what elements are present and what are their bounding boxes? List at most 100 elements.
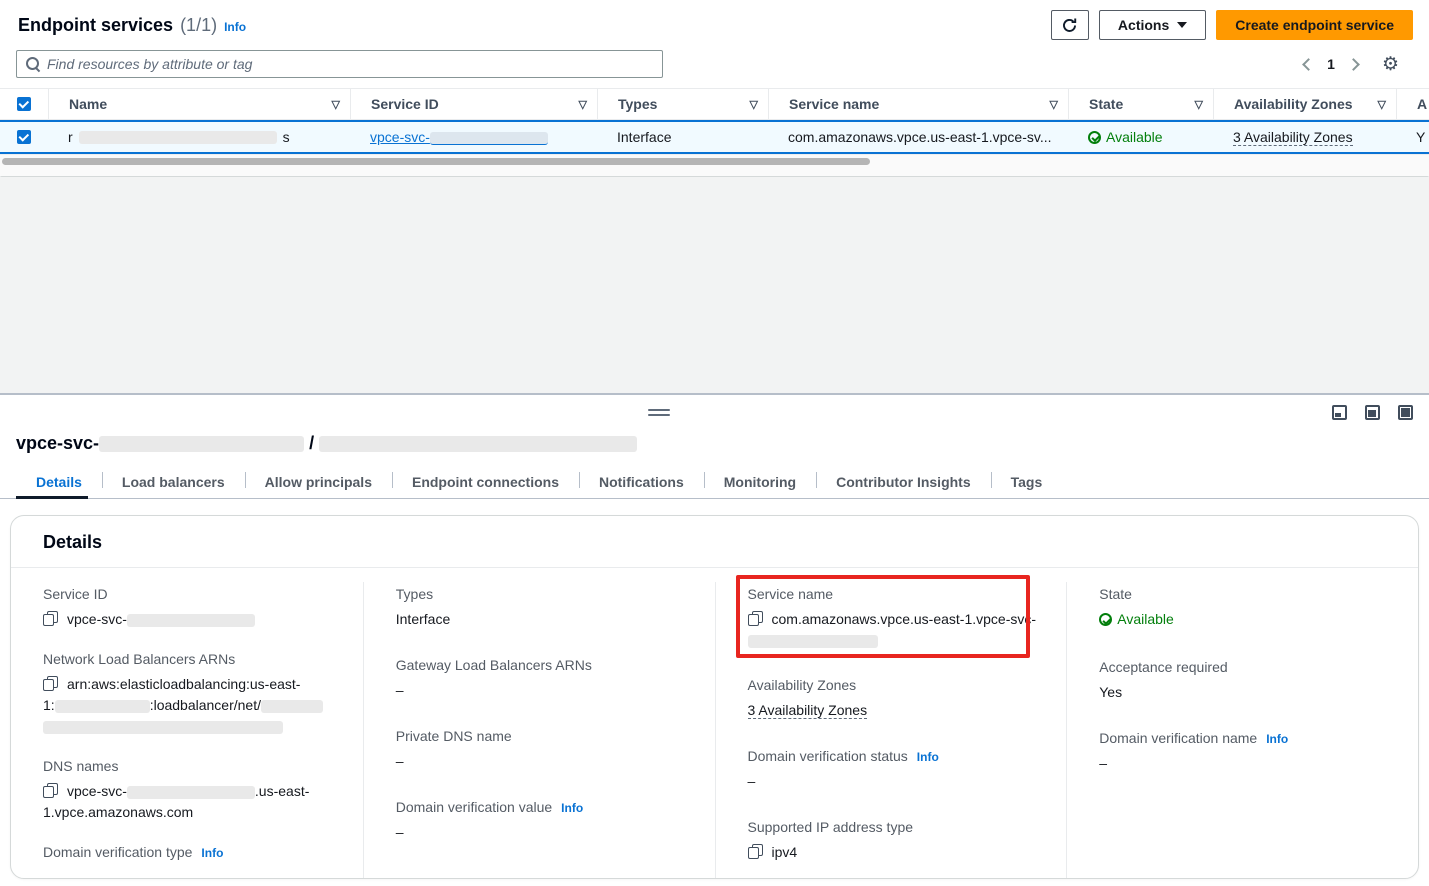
row-availability-zones-cell: 3 Availability Zones <box>1213 129 1396 146</box>
tab-notifications[interactable]: Notifications <box>579 466 704 498</box>
availability-zones-popover-link[interactable]: 3 Availability Zones <box>1233 129 1353 146</box>
row-checkbox[interactable] <box>17 130 31 144</box>
redacted-arn-tail <box>43 721 283 734</box>
endpoint-services-table-card: Endpoint services (1/1) Info Actions Cre… <box>0 0 1429 177</box>
actions-button[interactable]: Actions <box>1099 10 1206 40</box>
sort-icon[interactable]: ▽ <box>750 98 758 111</box>
selected-resource-title: vpce-svc- / <box>0 431 1429 466</box>
redacted-resource-name <box>319 436 637 452</box>
tab-monitoring[interactable]: Monitoring <box>704 466 816 498</box>
panel-layout-split-icon[interactable] <box>1365 405 1380 420</box>
info-link[interactable]: Info <box>561 801 583 815</box>
available-status-icon <box>1088 131 1101 144</box>
copy-icon[interactable] <box>748 611 763 626</box>
redacted-service-name <box>748 635 878 648</box>
next-page-icon[interactable] <box>1347 58 1360 71</box>
gear-icon[interactable]: ⚙ <box>1382 55 1399 74</box>
details-column-4: State Available Acceptance required Yes … <box>1066 582 1418 879</box>
tab-contributor-insights[interactable]: Contributor Insights <box>816 466 991 498</box>
tab-tags[interactable]: Tags <box>991 466 1063 498</box>
column-header-availability-zones[interactable]: Availability Zones▽ <box>1213 89 1396 119</box>
details-column-1: Service ID vpce-svc- Network Load Balanc… <box>11 582 363 879</box>
info-link[interactable]: Info <box>201 846 223 860</box>
field-service-id: Service ID vpce-svc- <box>43 586 335 630</box>
actions-button-label: Actions <box>1118 17 1169 33</box>
tab-endpoint-connections[interactable]: Endpoint connections <box>392 466 579 498</box>
available-status-icon <box>1099 613 1112 626</box>
redacted-account-id <box>55 700 150 713</box>
chevron-down-icon <box>1177 22 1187 28</box>
refresh-icon <box>1061 17 1078 34</box>
field-domain-verification-type: Domain verification typeInfo – <box>43 844 335 879</box>
details-column-2: Types Interface Gateway Load Balancers A… <box>363 582 715 879</box>
previous-page-icon[interactable] <box>1302 58 1315 71</box>
table-header-row: Name▽ Service ID▽ Types▽ Service name▽ S… <box>0 88 1429 120</box>
row-service-name-cell: com.amazonaws.vpce.us-east-1.vpce-sv... <box>768 129 1068 145</box>
resource-count: (1/1) <box>180 15 217 36</box>
redacted-lb-name <box>261 700 323 713</box>
field-glb-arns: Gateway Load Balancers ARNs – <box>396 657 687 701</box>
panel-layout-bottom-icon[interactable] <box>1332 405 1347 420</box>
page-number[interactable]: 1 <box>1327 56 1335 72</box>
select-all-checkbox[interactable] <box>17 97 31 111</box>
table-row[interactable]: rs vpce-svc- Interface com.amazonaws.vpc… <box>0 120 1429 154</box>
horizontal-scrollbar-thumb[interactable] <box>2 158 870 165</box>
copy-icon[interactable] <box>43 611 58 626</box>
search-box[interactable] <box>16 50 663 78</box>
vpc-endpoint-services-page: Endpoint services (1/1) Info Actions Cre… <box>0 0 1429 886</box>
create-endpoint-service-label: Create endpoint service <box>1235 17 1394 33</box>
column-header-name[interactable]: Name▽ <box>48 89 350 119</box>
detail-tabs: Details Load balancers Allow principals … <box>0 466 1429 499</box>
sort-icon[interactable]: ▽ <box>332 98 340 111</box>
column-header-service-id[interactable]: Service ID▽ <box>350 89 597 119</box>
header-info-link[interactable]: Info <box>224 20 246 34</box>
create-endpoint-service-button[interactable]: Create endpoint service <box>1216 10 1413 40</box>
search-icon <box>26 57 40 71</box>
tab-details[interactable]: Details <box>16 466 102 498</box>
split-panel: vpce-svc- / Details Load balancers Allow… <box>0 393 1429 886</box>
tab-allow-principals[interactable]: Allow principals <box>245 466 392 498</box>
availability-zones-popover-link[interactable]: 3 Availability Zones <box>748 702 868 719</box>
horizontal-scrollbar[interactable] <box>0 154 1429 168</box>
copy-icon[interactable] <box>748 844 763 859</box>
sort-icon[interactable]: ▽ <box>579 98 587 111</box>
background-gap <box>0 177 1429 393</box>
row-state-cell: Available <box>1068 129 1213 145</box>
page-title-text: Endpoint services <box>18 15 173 36</box>
field-supported-ip-type: Supported IP address type ipv4 <box>748 819 1039 863</box>
field-availability-zones: Availability Zones 3 Availability Zones <box>748 677 1039 721</box>
copy-icon[interactable] <box>43 783 58 798</box>
sort-icon[interactable]: ▽ <box>1378 98 1386 111</box>
column-header-acceptance[interactable]: A <box>1396 89 1429 119</box>
sort-icon[interactable]: ▽ <box>1195 98 1203 111</box>
field-private-dns-name: Private DNS name – <box>396 728 687 772</box>
split-panel-drag-handle[interactable] <box>648 409 670 419</box>
field-domain-verification-value: Domain verification valueInfo – <box>396 799 687 843</box>
redacted-service-id <box>430 132 548 145</box>
search-input[interactable] <box>47 51 662 77</box>
tab-load-balancers[interactable]: Load balancers <box>102 466 245 498</box>
row-acceptance-cell: Y <box>1396 129 1429 145</box>
row-name-cell: rs <box>48 129 350 145</box>
details-card: Details Service ID vpce-svc- Network Loa… <box>10 515 1419 879</box>
refresh-button[interactable] <box>1051 10 1089 40</box>
field-nlb-arns: Network Load Balancers ARNs arn:aws:elas… <box>43 651 335 737</box>
redacted-service-id <box>127 614 255 627</box>
select-all-checkbox-cell <box>0 89 48 119</box>
sort-icon[interactable]: ▽ <box>1050 98 1058 111</box>
panel-layout-full-icon[interactable] <box>1398 405 1413 420</box>
row-service-id-cell: vpce-svc- <box>350 129 597 145</box>
column-header-service-name[interactable]: Service name▽ <box>768 89 1068 119</box>
info-link[interactable]: Info <box>917 750 939 764</box>
column-header-types[interactable]: Types▽ <box>597 89 768 119</box>
column-header-state[interactable]: State▽ <box>1068 89 1213 119</box>
info-link[interactable]: Info <box>1266 732 1288 746</box>
state-value: Available <box>1106 129 1163 145</box>
field-service-name: Service name com.amazonaws.vpce.us-east-… <box>748 586 1039 651</box>
field-acceptance-required: Acceptance required Yes <box>1099 659 1390 703</box>
service-id-link[interactable]: vpce-svc- <box>370 129 548 145</box>
field-domain-verification-name: Domain verification nameInfo – <box>1099 730 1390 774</box>
copy-icon[interactable] <box>43 676 58 691</box>
field-types: Types Interface <box>396 586 687 630</box>
field-state: State Available <box>1099 586 1390 632</box>
